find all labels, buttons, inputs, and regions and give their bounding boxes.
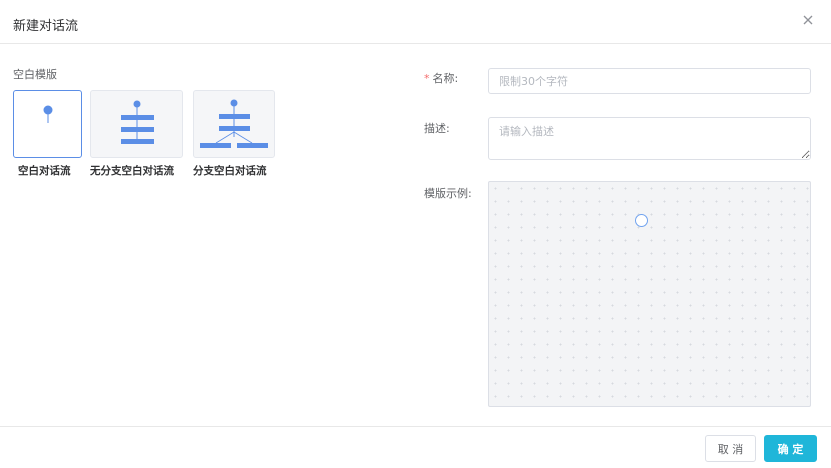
template-preview-canvas[interactable]	[488, 181, 811, 407]
dialog-footer-divider	[0, 426, 831, 427]
cancel-button[interactable]: 取 消	[705, 435, 756, 462]
close-icon[interactable]	[800, 12, 816, 28]
template-name-branch[interactable]: 分支空白对话流	[193, 163, 267, 178]
preview-start-node[interactable]	[635, 214, 648, 227]
dialog-title: 新建对话流	[13, 19, 79, 34]
name-label: * 名称:	[424, 70, 458, 86]
description-textarea[interactable]	[488, 117, 811, 160]
template-name-linear[interactable]: 无分支空白对话流	[90, 163, 174, 178]
template-name-blank[interactable]: 空白对话流	[18, 163, 71, 178]
template-card-blank[interactable]	[13, 90, 82, 158]
template-card-branch[interactable]	[193, 90, 275, 158]
description-label: 描述:	[424, 122, 450, 135]
confirm-button[interactable]: 确 定	[764, 435, 817, 462]
preview-label: 模版示例:	[424, 187, 472, 200]
branch-flow-icon	[200, 99, 268, 148]
linear-flow-icon	[121, 100, 154, 144]
template-card-linear[interactable]	[90, 90, 183, 158]
required-mark: *	[424, 72, 430, 85]
dialog-header: 新建对话流	[0, 0, 831, 44]
name-input[interactable]	[488, 68, 811, 94]
template-section-label: 空白模版	[13, 68, 57, 81]
name-label-text: 名称:	[432, 72, 459, 85]
single-node-flow-icon	[43, 105, 53, 123]
